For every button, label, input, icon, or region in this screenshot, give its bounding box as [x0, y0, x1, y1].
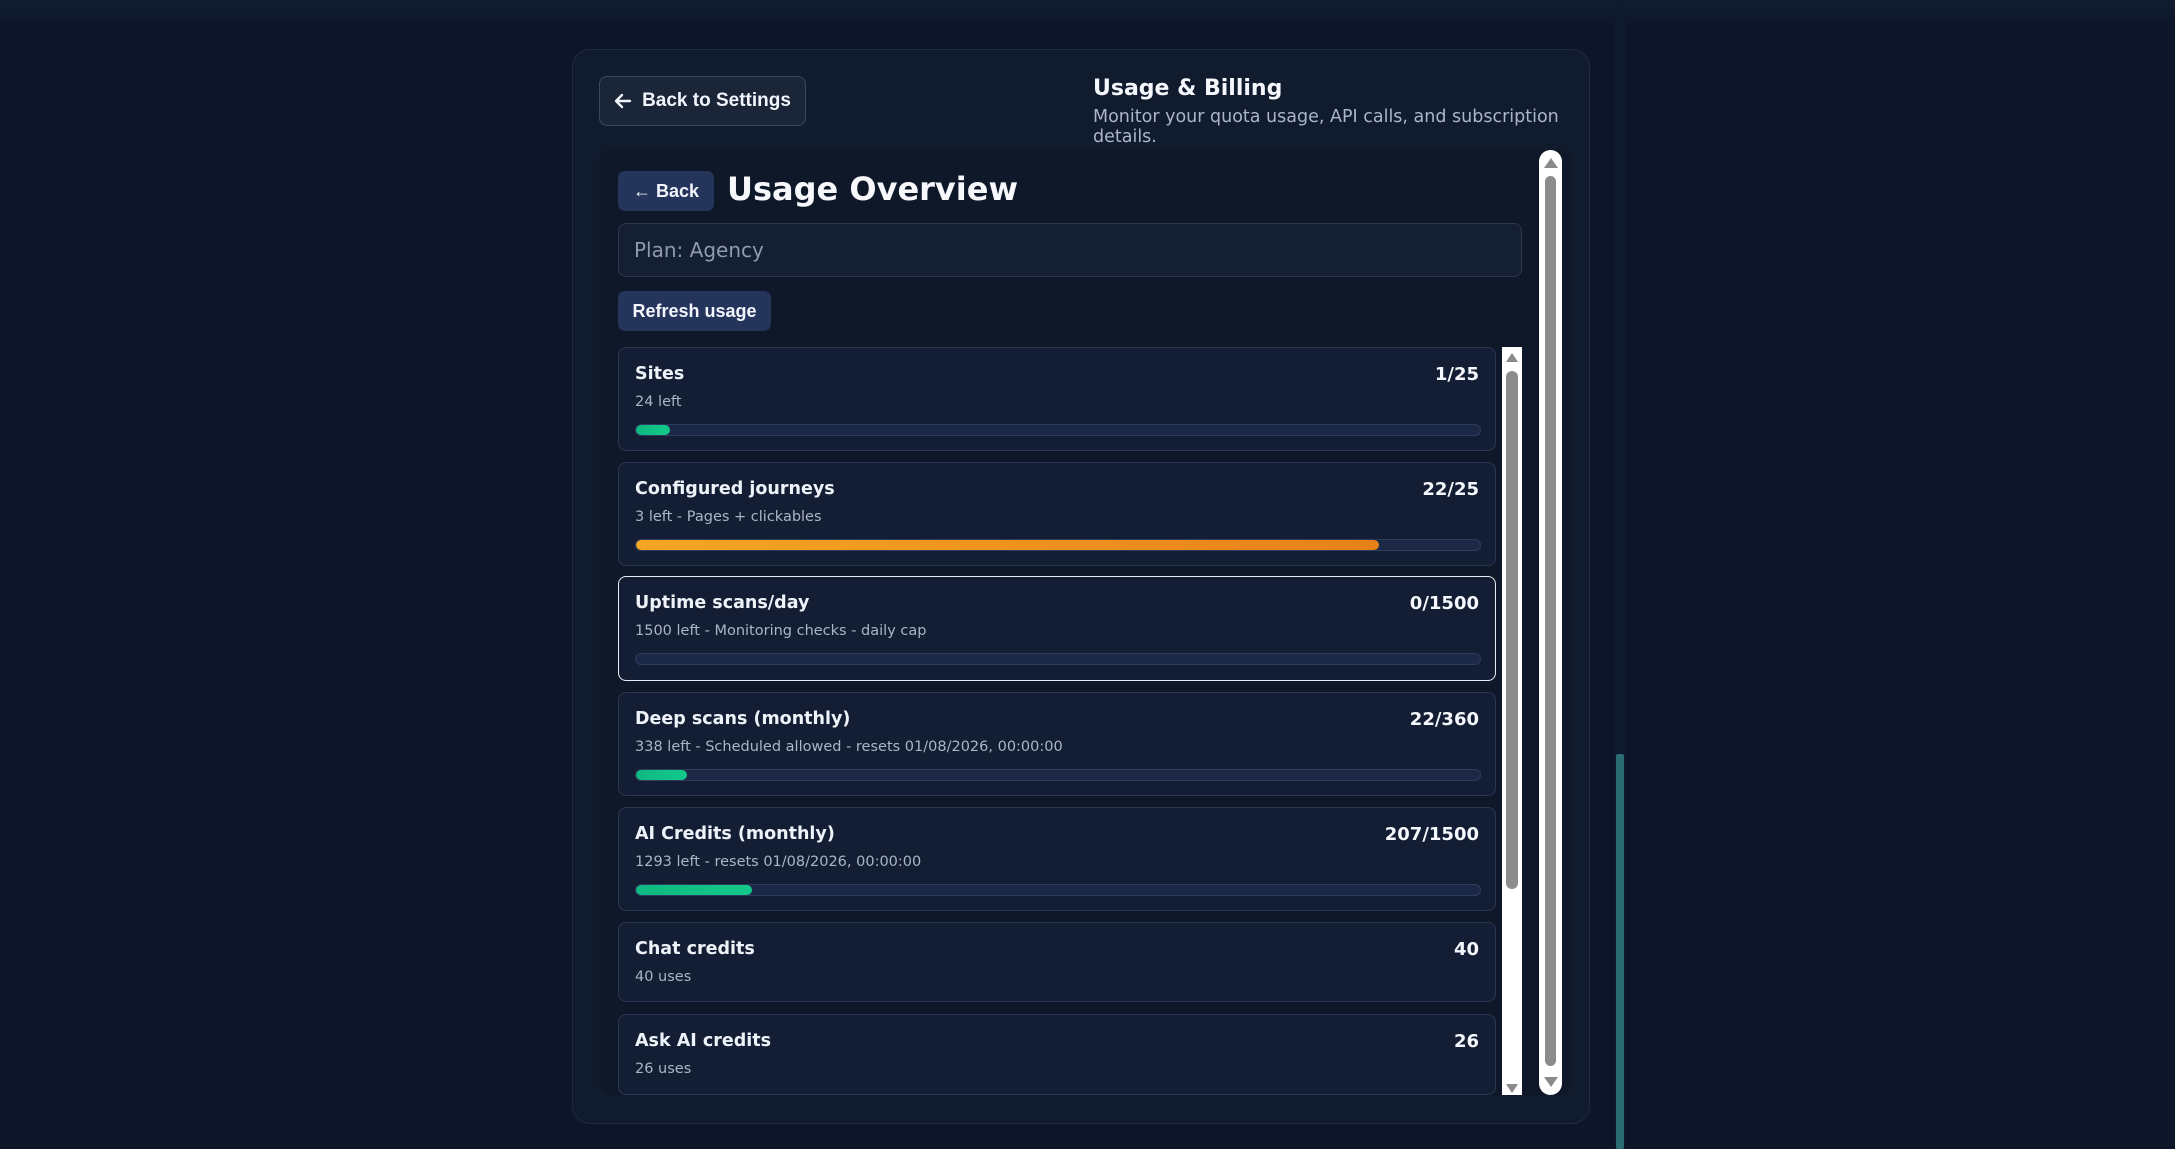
- usage-billing-panel: Back to Settings Usage & Billing Monitor…: [572, 49, 1590, 1124]
- usage-progress-bar: [635, 884, 1481, 896]
- usage-card: Uptime scans/day 0/1500 1500 left - Monito…: [618, 576, 1496, 681]
- usage-list-scrollbar-thumb[interactable]: [1506, 371, 1518, 889]
- usage-card: Sites 1/25 24 left: [618, 347, 1496, 451]
- usage-overview-section: ← Back Usage Overview Refresh usage Site…: [599, 150, 1571, 1095]
- usage-progress-bar: [635, 539, 1481, 551]
- usage-list: Sites 1/25 24 left Configured journeys 22/25…: [618, 347, 1522, 1095]
- usage-card-title: Chat credits: [635, 939, 755, 959]
- usage-card-title: Ask AI credits: [635, 1031, 772, 1051]
- page-subtitle: Monitor your quota usage, API calls, and…: [1093, 107, 1559, 147]
- back-to-settings-button[interactable]: Back to Settings: [599, 76, 806, 126]
- usage-card-value: 40: [1453, 939, 1479, 960]
- section-scrollbar-thumb[interactable]: [1545, 176, 1556, 1066]
- scroll-down-arrow-icon[interactable]: [1544, 1077, 1558, 1087]
- usage-progress-bar: [635, 769, 1481, 781]
- page-title: Usage & Billing: [1093, 76, 1283, 101]
- usage-card-value: 0/1500: [1409, 593, 1479, 614]
- usage-card-title: Sites: [635, 364, 685, 384]
- page-scrollbar[interactable]: [1615, 0, 1625, 1149]
- usage-card-detail: 338 left - Scheduled allowed - resets 01…: [635, 739, 1063, 755]
- usage-card: Configured journeys 22/25 3 left - Pages +…: [618, 462, 1496, 566]
- section-scrollbar[interactable]: [1539, 150, 1562, 1095]
- usage-card: Chat credits 40 40 uses: [618, 922, 1496, 1002]
- usage-card-title: Configured journeys: [635, 479, 835, 499]
- usage-card-detail: 3 left - Pages + clickables: [635, 509, 822, 525]
- usage-card-value: 207/1500: [1384, 824, 1479, 845]
- back-to-settings-label: Back to Settings: [642, 90, 791, 111]
- back-button[interactable]: ← Back: [618, 171, 714, 211]
- usage-progress-bar: [635, 424, 1481, 436]
- usage-card: Deep scans (monthly) 22/360 338 left - Sch…: [618, 692, 1496, 796]
- usage-card-value: 22/360: [1409, 709, 1479, 730]
- usage-card-detail: 1500 left - Monitoring checks - daily ca…: [635, 623, 927, 639]
- usage-card-value: 22/25: [1422, 479, 1479, 500]
- scroll-down-arrow-icon[interactable]: [1506, 1084, 1518, 1093]
- usage-card-detail: 40 uses: [635, 969, 692, 985]
- usage-card-title: Deep scans (monthly): [635, 709, 851, 729]
- panel-header: Back to Settings Usage & Billing Monitor…: [573, 50, 1589, 150]
- usage-card-detail: 1293 left - resets 01/08/2026, 00:00:00: [635, 854, 922, 870]
- usage-card: AI Credits (monthly) 207/1500 1293 left - …: [618, 807, 1496, 911]
- usage-card-title: Uptime scans/day: [635, 593, 810, 613]
- usage-card: Ask AI credits 26 26 uses: [618, 1014, 1496, 1095]
- usage-card-value: 1/25: [1434, 364, 1479, 385]
- usage-progress-fill: [636, 885, 753, 895]
- usage-card-value: 26: [1453, 1031, 1479, 1052]
- usage-progress-fill: [636, 770, 688, 780]
- scroll-up-arrow-icon[interactable]: [1506, 353, 1518, 362]
- usage-card-detail: 26 uses: [635, 1061, 692, 1077]
- usage-list-scrollbar[interactable]: [1502, 347, 1522, 1095]
- usage-overview-title: Usage Overview: [727, 170, 1019, 208]
- refresh-usage-button[interactable]: Refresh usage: [618, 291, 771, 331]
- arrow-left-icon: [614, 93, 632, 109]
- page-scrollbar-thumb[interactable]: [1616, 754, 1624, 1149]
- usage-card-detail: 24 left: [635, 394, 682, 410]
- usage-card-title: AI Credits (monthly): [635, 824, 835, 844]
- header-text: Usage & Billing Monitor your quota usage…: [1093, 76, 1589, 147]
- usage-progress-fill: [636, 425, 670, 435]
- scroll-up-arrow-icon[interactable]: [1544, 158, 1558, 168]
- plan-field[interactable]: [618, 223, 1522, 277]
- usage-progress-bar: [635, 653, 1481, 665]
- top-edge: [0, 0, 2175, 24]
- usage-progress-fill: [636, 540, 1379, 550]
